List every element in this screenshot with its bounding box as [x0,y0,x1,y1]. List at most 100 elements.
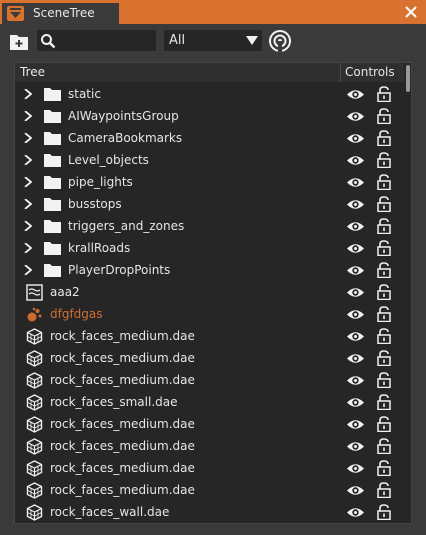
chevron-right-icon[interactable] [23,221,33,231]
tab-scenetree[interactable]: SceneTree [2,3,119,24]
visibility-eye-icon[interactable] [346,110,365,123]
tree-row[interactable]: Level_objects [15,149,404,171]
visibility-eye-icon[interactable] [346,374,365,387]
visibility-eye-icon[interactable] [346,396,365,409]
tree-row[interactable]: dfgfdgas [15,303,404,325]
folder-icon [44,88,61,101]
chevron-right-icon[interactable] [23,111,33,121]
chevron-right-icon[interactable] [23,199,33,209]
visibility-eye-icon[interactable] [346,176,365,189]
tree-row-label: rock_faces_medium.dae [50,351,195,365]
visibility-eye-icon[interactable] [346,462,365,475]
unlock-icon[interactable] [377,152,391,168]
unlock-icon[interactable] [377,504,391,520]
column-header-controls[interactable]: Controls [345,65,395,79]
tree-row[interactable]: PlayerDropPoints [15,259,404,281]
unlock-icon[interactable] [377,86,391,102]
tree-row[interactable]: rock_faces_medium.dae [15,457,404,479]
chevron-right-icon[interactable] [23,133,33,143]
folder-icon [44,176,61,189]
tree-row[interactable]: AIWaypointsGroup [15,105,404,127]
visibility-eye-icon[interactable] [346,308,365,321]
unlock-icon[interactable] [377,218,391,234]
tree-row-label: PlayerDropPoints [68,263,171,277]
tree-row[interactable]: static [15,83,404,105]
visibility-eye-icon[interactable] [346,264,365,277]
visibility-eye-icon[interactable] [346,132,365,145]
unlock-icon[interactable] [377,284,391,300]
tree-row[interactable]: rock_faces_medium.dae [15,325,404,347]
scene-tree-panel: Tree Controls static AIWaypointsGroup Came… [14,62,412,524]
unlock-icon[interactable] [377,438,391,454]
unlock-icon[interactable] [377,416,391,432]
tree-row[interactable]: triggers_and_zones [15,215,404,237]
close-icon[interactable] [403,4,419,20]
visibility-eye-icon[interactable] [346,484,365,497]
chevron-right-icon[interactable] [23,243,33,253]
tab-menu-arrow-icon[interactable] [7,6,24,21]
tree-row-label: AIWaypointsGroup [68,109,179,123]
unlock-icon[interactable] [377,174,391,190]
visibility-eye-icon[interactable] [346,440,365,453]
filter-dropdown[interactable]: All [164,30,262,51]
toolbar: All [0,24,426,58]
unlock-icon[interactable] [377,130,391,146]
unlock-icon[interactable] [377,394,391,410]
unlock-icon[interactable] [377,196,391,212]
tree-row-label: rock_faces_medium.dae [50,373,195,387]
tree-row[interactable]: rock_faces_medium.dae [15,479,404,501]
visibility-eye-icon[interactable] [346,88,365,101]
tree-row[interactable]: busstops [15,193,404,215]
visibility-eye-icon[interactable] [346,352,365,365]
tree-row[interactable]: rock_faces_medium.dae [15,435,404,457]
unlock-icon[interactable] [377,262,391,278]
tree-row[interactable]: rock_faces_medium.dae [15,347,404,369]
column-header-tree[interactable]: Tree [20,65,45,79]
tree-row[interactable]: CameraBookmarks [15,127,404,149]
tree-row[interactable]: pipe_lights [15,171,404,193]
column-divider[interactable] [340,63,341,82]
tree-row[interactable]: aaa2 [15,281,404,303]
mesh-cube-icon [26,438,43,455]
mesh-cube-icon [26,372,43,389]
folder-icon [44,198,61,211]
tree-row[interactable]: krallRoads [15,237,404,259]
add-folder-icon[interactable] [9,32,31,52]
unlock-icon[interactable] [377,482,391,498]
unlock-icon[interactable] [377,306,391,322]
search-field[interactable] [37,30,156,51]
chevron-right-icon[interactable] [23,89,33,99]
visibility-eye-icon[interactable] [346,242,365,255]
visibility-eye-icon[interactable] [346,418,365,431]
unlock-icon[interactable] [377,328,391,344]
tree-row[interactable]: rock_faces_small.dae [15,391,404,413]
visibility-eye-icon[interactable] [346,330,365,343]
unlock-icon[interactable] [377,108,391,124]
unlock-icon[interactable] [377,372,391,388]
visibility-eye-icon[interactable] [346,198,365,211]
tree-row[interactable]: rock_faces_medium.dae [15,369,404,391]
chevron-right-icon[interactable] [23,155,33,165]
chevron-right-icon[interactable] [23,177,33,187]
mesh-cube-icon [26,482,43,499]
mesh-cube-icon [26,416,43,433]
visibility-eye-icon[interactable] [346,154,365,167]
broadcast-icon[interactable] [268,29,292,53]
tree-row[interactable]: rock_faces_wall.dae [15,501,404,523]
mesh-cube-icon [26,394,43,411]
visibility-eye-icon[interactable] [346,506,365,519]
unlock-icon[interactable] [377,350,391,366]
search-input[interactable] [60,31,154,50]
vertical-scrollbar[interactable] [404,63,411,523]
unlock-icon[interactable] [377,240,391,256]
tree-row-label: CameraBookmarks [68,131,183,145]
tree-row[interactable]: rock_faces_medium.dae [15,413,404,435]
visibility-eye-icon[interactable] [346,220,365,233]
tree-row-label: rock_faces_medium.dae [50,483,195,497]
scrollbar-thumb[interactable] [406,65,410,92]
unlock-icon[interactable] [377,460,391,476]
tree-row-label: busstops [68,197,122,211]
chevron-right-icon[interactable] [23,265,33,275]
tree-row-label: aaa2 [50,285,80,299]
visibility-eye-icon[interactable] [346,286,365,299]
